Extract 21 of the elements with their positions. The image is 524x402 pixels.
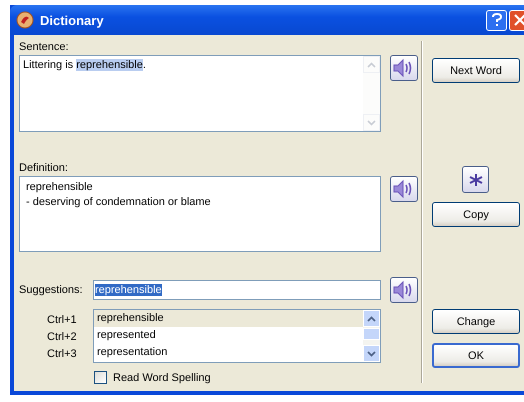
suggestion-input-field[interactable]: reprehensible xyxy=(93,280,381,300)
window-title: Dictionary xyxy=(40,12,104,28)
change-button[interactable]: Change xyxy=(432,309,520,334)
sentence-label: Sentence: xyxy=(19,41,70,53)
copy-button[interactable]: Copy xyxy=(432,202,520,227)
definition-label: Definition: xyxy=(19,162,69,174)
shortcut-label: Ctrl+3 xyxy=(47,347,78,362)
shortcut-label: Ctrl+1 xyxy=(47,313,78,328)
suggestion-item[interactable]: represented xyxy=(94,327,363,344)
definition-line: reprehensible xyxy=(26,180,94,195)
suggestion-list[interactable]: reprehensible represented representation xyxy=(93,309,381,363)
next-word-button[interactable]: Next Word xyxy=(432,58,520,83)
ok-button[interactable]: OK xyxy=(432,343,520,368)
shortcut-label: Ctrl+2 xyxy=(47,330,78,345)
suggestions-label: Suggestions: xyxy=(19,284,84,296)
suggestion-item[interactable]: representation xyxy=(94,344,363,361)
definition-text-area[interactable]: reprehensible - deserving of condemnation or blame xyxy=(19,176,381,252)
suggestion-item[interactable]: reprehensible xyxy=(94,310,363,327)
read-spelling-label: Read Word Spelling xyxy=(113,372,211,384)
definition-line: - deserving of condemnation or blame xyxy=(26,195,212,210)
sentence-text-area[interactable]: Littering is reprehensible. xyxy=(19,55,381,132)
